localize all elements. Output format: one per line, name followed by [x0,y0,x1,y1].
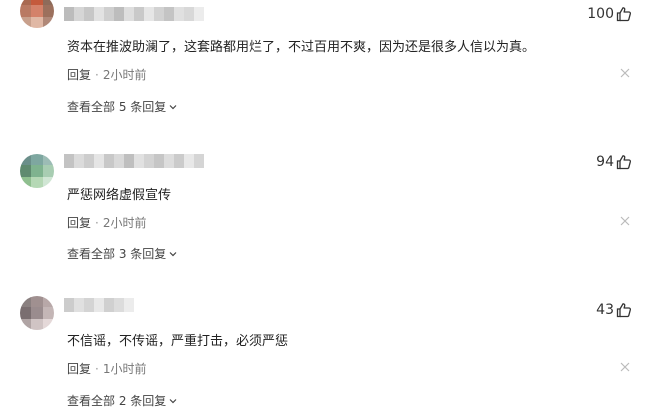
username-blurred[interactable] [64,154,204,168]
thumbs-up-icon [616,155,632,170]
comment-meta: 回复 · 2小时前 [67,214,146,231]
timestamp: 2小时前 [102,216,147,230]
close-icon[interactable] [620,216,630,226]
chevron-down-icon [169,398,177,403]
comment-text: 资本在推波助澜了，这套路都用烂了，不过百用不爽，因为还是很多人信以为真。 [67,40,536,55]
chevron-down-icon [169,104,177,109]
comment-item: 100 资本在推波助澜了，这套路都用烂了，不过百用不爽，因为还是很多人信以为真。… [0,0,656,130]
comment-text: 严惩网络虚假宣传 [67,188,172,203]
view-replies-label: 查看全部 2 条回复 [67,394,167,408]
view-all-replies-link[interactable]: 查看全部 3 条回复 [67,245,178,262]
reply-button[interactable]: 回复 [67,66,91,83]
close-icon[interactable] [620,68,630,78]
close-icon[interactable] [620,362,630,372]
avatar[interactable] [20,0,54,28]
like-count: 100 [587,6,614,22]
like-count: 43 [596,302,614,318]
timestamp: 2小时前 [102,68,147,82]
view-replies-label: 查看全部 3 条回复 [67,247,167,261]
comment-meta: 回复 · 1小时前 [67,360,146,377]
separator: · [95,215,99,230]
separator: · [95,361,99,376]
avatar[interactable] [20,154,54,188]
username-blurred[interactable] [64,298,134,312]
comment-text: 不信谣，不传谣，严重打击，必须严惩 [67,334,289,349]
comment-list: 100 资本在推波助澜了，这套路都用烂了，不过百用不爽，因为还是很多人信以为真。… [0,0,656,418]
view-all-replies-link[interactable]: 查看全部 2 条回复 [67,392,178,409]
view-all-replies-link[interactable]: 查看全部 5 条回复 [67,98,178,115]
timestamp: 1小时前 [102,362,147,376]
like-button[interactable]: 43 [596,302,632,318]
username-blurred[interactable] [64,7,204,21]
like-count: 94 [596,154,614,170]
separator: · [95,67,99,82]
thumbs-up-icon [616,303,632,318]
comment-meta: 回复 · 2小时前 [67,66,146,83]
avatar[interactable] [20,296,54,330]
comment-item: 43 不信谣，不传谣，严重打击，必须严惩 回复 · 1小时前 查看全部 2 条回… [0,296,656,418]
chevron-down-icon [169,251,177,256]
reply-button[interactable]: 回复 [67,360,91,377]
thumbs-up-icon [616,7,632,22]
view-replies-label: 查看全部 5 条回复 [67,100,167,114]
like-button[interactable]: 94 [596,154,632,170]
reply-button[interactable]: 回复 [67,214,91,231]
like-button[interactable]: 100 [587,6,632,22]
comment-item: 94 严惩网络虚假宣传 回复 · 2小时前 查看全部 3 条回复 [0,148,656,278]
